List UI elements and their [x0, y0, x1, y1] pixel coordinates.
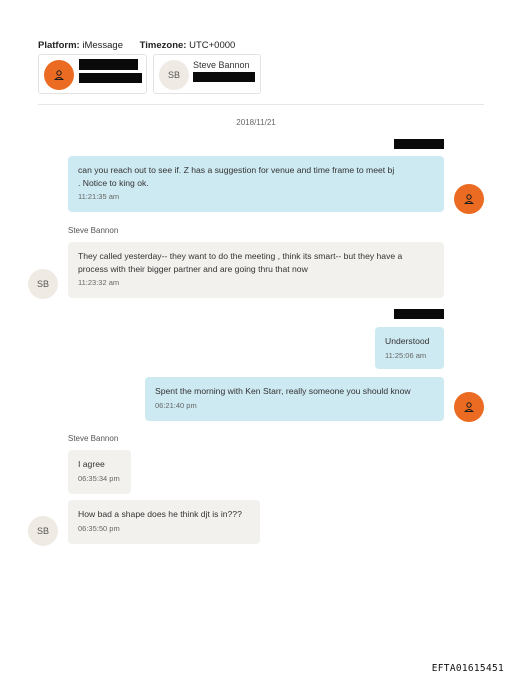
person-icon-glyph	[464, 402, 474, 412]
message-text: process with their bigger partner and ar…	[78, 263, 308, 274]
message-bubble-outgoing[interactable]: Understood 11:25:06 am	[375, 327, 444, 369]
person-icon-glyph	[464, 194, 474, 204]
sender-label: Steve Bannon	[68, 434, 119, 443]
message-time: 06:21:40 pm	[155, 400, 197, 410]
redacted-name	[79, 59, 138, 70]
person-icon	[454, 184, 484, 214]
person-icon	[44, 60, 74, 90]
message-text: Understood	[385, 336, 430, 346]
message-bubble-outgoing[interactable]: can you reach out to see if. Z has a sug…	[68, 156, 444, 212]
platform-value: iMessage	[82, 40, 124, 51]
sender-label: Steve Bannon	[68, 226, 119, 235]
avatar-initials: SB	[159, 60, 189, 90]
header-divider	[38, 104, 484, 105]
message-time: 06:35:50 pm	[78, 523, 120, 533]
message-time: 06:35:34 pm	[78, 473, 120, 483]
redacted-sender-name	[394, 309, 444, 319]
message-bubble-incoming[interactable]: They called yesterday-- they want to do …	[68, 242, 444, 298]
participant-card-redacted[interactable]	[38, 54, 147, 94]
person-icon	[454, 392, 484, 422]
message-bubble-incoming[interactable]: I agree 06:35:34 pm	[68, 450, 131, 494]
message-text: . Notice to king ok.	[78, 177, 149, 188]
message-text: Spent the morning with Ken Starr, really…	[155, 386, 411, 396]
avatar-initials: SB	[28, 516, 58, 546]
message-time: 11:25:06 am	[385, 350, 427, 360]
message-bubble-incoming[interactable]: How bad a shape does he think djt is in?…	[68, 500, 260, 544]
participant-card-steve-bannon[interactable]: SB Steve Bannon	[153, 54, 261, 94]
message-text: How bad a shape does he think djt is in?…	[78, 509, 242, 519]
timezone-value: UTC+0000	[189, 40, 236, 51]
date-separator: 2018/11/21	[236, 118, 276, 127]
message-text: They called yesterday-- they want to do …	[78, 251, 403, 261]
message-time: 11:21:35 am	[78, 192, 120, 201]
message-text: I agree	[78, 459, 105, 469]
message-bubble-outgoing[interactable]: Spent the morning with Ken Starr, really…	[145, 377, 444, 421]
document-id: EFTA01615451	[431, 663, 504, 674]
conversation-meta: Platform: iMessage Timezone: UTC+0000	[38, 40, 235, 51]
redacted-handle	[79, 73, 142, 83]
message-text: can you reach out to see if. Z has a sug…	[78, 165, 395, 175]
platform-label: Platform:	[38, 40, 80, 51]
person-icon-glyph	[54, 70, 64, 80]
avatar-initials: SB	[28, 269, 58, 299]
redacted-handle	[193, 72, 255, 82]
redacted-sender-name	[394, 139, 444, 149]
timezone-label: Timezone:	[139, 40, 187, 51]
participant-name: Steve Bannon	[193, 60, 250, 70]
message-time: 11:23:32 am	[78, 278, 120, 287]
